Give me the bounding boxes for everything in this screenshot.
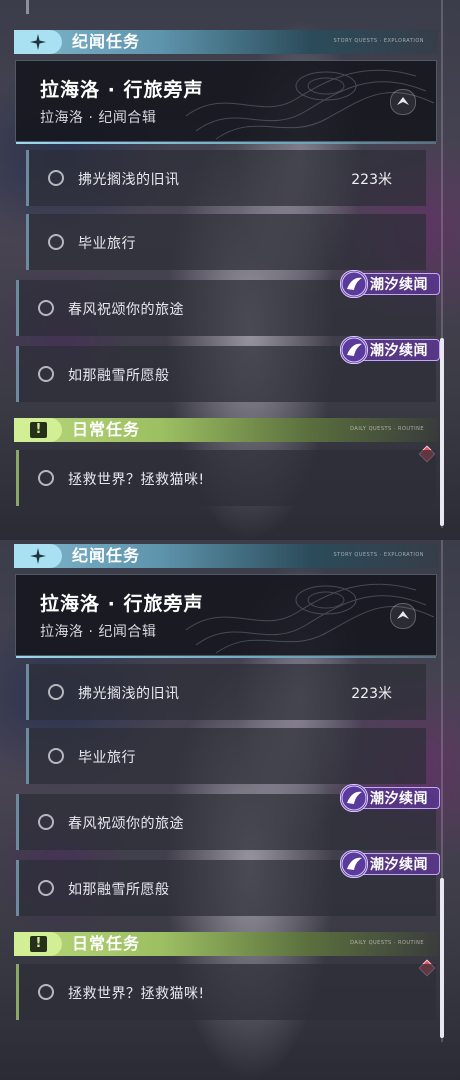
tide-emblem-icon	[340, 784, 368, 812]
quest-card[interactable]: 拉海洛 · 行旅旁声 拉海洛 · 纪闻合辑	[15, 574, 437, 658]
task-label: 春风祝颂你的旅途	[68, 816, 184, 832]
task-label: 拂光搁浅的旧讯	[78, 172, 180, 188]
exclamation-box-icon: !	[30, 936, 47, 952]
task-label: 拯救世界？拯救猫咪!	[68, 472, 205, 488]
scrollbar-thumb[interactable]	[440, 878, 444, 1038]
task-distance: 223米	[351, 686, 392, 702]
card-underline	[16, 142, 436, 144]
task-status-circle-icon	[38, 814, 54, 830]
story-quests-caption: STORY QUESTS · EXPLORATION	[333, 552, 424, 558]
task-row[interactable]: 拂光搁浅的旧讯 223米	[26, 664, 426, 720]
chevron-up-icon	[397, 97, 409, 105]
task-status-circle-icon	[38, 984, 54, 1000]
quest-panel-top: 纪闻任务 STORY QUESTS · EXPLORATION 拉海洛 · 行旅…	[0, 0, 460, 540]
daily-quests-header[interactable]: ! 日常任务 DAILY QUESTS · ROUTINE	[14, 418, 438, 442]
quest-card[interactable]: 拉海洛 · 行旅旁声 拉海洛 · 纪闻合辑	[15, 60, 437, 144]
task-status-circle-icon	[48, 170, 64, 186]
scrollbar-thumb[interactable]	[440, 338, 444, 526]
sparkle-star-icon	[30, 548, 46, 564]
tide-sequel-badge: 潮汐续闻	[340, 784, 440, 812]
task-label: 如那融雪所愿般	[68, 368, 170, 384]
task-distance: 223米	[351, 172, 392, 188]
sparkle-star-icon	[30, 34, 46, 50]
story-quests-header[interactable]: 纪闻任务 STORY QUESTS · EXPLORATION	[14, 544, 438, 568]
quest-panel-bottom: 纪闻任务 STORY QUESTS · EXPLORATION 拉海洛 · 行旅…	[0, 540, 460, 1080]
story-quests-header[interactable]: 纪闻任务 STORY QUESTS · EXPLORATION	[14, 30, 438, 54]
task-status-circle-icon	[48, 234, 64, 250]
badge-label: 潮汐续闻	[370, 791, 428, 807]
task-row[interactable]: 毕业旅行	[26, 728, 426, 784]
collapse-button[interactable]	[390, 89, 416, 115]
task-label: 毕业旅行	[78, 236, 136, 252]
tide-emblem-icon	[340, 336, 368, 364]
badge-label: 潮汐续闻	[370, 343, 428, 359]
daily-quests-title: 日常任务	[72, 934, 141, 953]
quest-card-title: 拉海洛 · 行旅旁声	[40, 79, 204, 101]
daily-task-row[interactable]: 拯救世界？拯救猫咪!	[16, 964, 436, 1020]
chevron-up-icon	[397, 611, 409, 619]
tide-sequel-badge: 潮汐续闻	[340, 270, 440, 298]
task-row[interactable]: 毕业旅行	[26, 214, 426, 270]
task-label: 如那融雪所愿般	[68, 882, 170, 898]
quest-card-subtitle: 拉海洛 · 纪闻合辑	[40, 624, 157, 640]
story-quests-caption: STORY QUESTS · EXPLORATION	[333, 38, 424, 44]
task-status-circle-icon	[48, 748, 64, 764]
card-underline	[16, 656, 436, 658]
tide-emblem-icon	[340, 270, 368, 298]
daily-quests-title: 日常任务	[72, 420, 141, 439]
task-label: 毕业旅行	[78, 750, 136, 766]
daily-quests-caption: DAILY QUESTS · ROUTINE	[350, 426, 424, 432]
exclamation-box-icon: !	[30, 422, 47, 438]
task-status-circle-icon	[38, 366, 54, 382]
badge-label: 潮汐续闻	[370, 857, 428, 873]
quest-card-title: 拉海洛 · 行旅旁声	[40, 593, 204, 615]
tide-sequel-badge: 潮汐续闻	[340, 850, 440, 878]
task-label: 春风祝颂你的旅途	[68, 302, 184, 318]
task-label: 拂光搁浅的旧讯	[78, 686, 180, 702]
task-status-circle-icon	[38, 300, 54, 316]
badge-label: 潮汐续闻	[370, 277, 428, 293]
task-row[interactable]: 拂光搁浅的旧讯 223米	[26, 150, 426, 206]
task-status-circle-icon	[38, 470, 54, 486]
divider	[26, 0, 29, 14]
daily-quests-caption: DAILY QUESTS · ROUTINE	[350, 940, 424, 946]
task-label: 拯救世界？拯救猫咪!	[68, 986, 205, 1002]
tide-emblem-icon	[340, 850, 368, 878]
daily-task-row[interactable]: 拯救世界？拯救猫咪!	[16, 450, 436, 506]
quest-card-subtitle: 拉海洛 · 纪闻合辑	[40, 110, 157, 126]
collapse-button[interactable]	[390, 603, 416, 629]
task-status-circle-icon	[48, 684, 64, 700]
daily-quests-header[interactable]: ! 日常任务 DAILY QUESTS · ROUTINE	[14, 932, 438, 956]
story-quests-title: 纪闻任务	[72, 546, 141, 565]
task-status-circle-icon	[38, 880, 54, 896]
story-quests-title: 纪闻任务	[72, 32, 141, 51]
tide-sequel-badge: 潮汐续闻	[340, 336, 440, 364]
